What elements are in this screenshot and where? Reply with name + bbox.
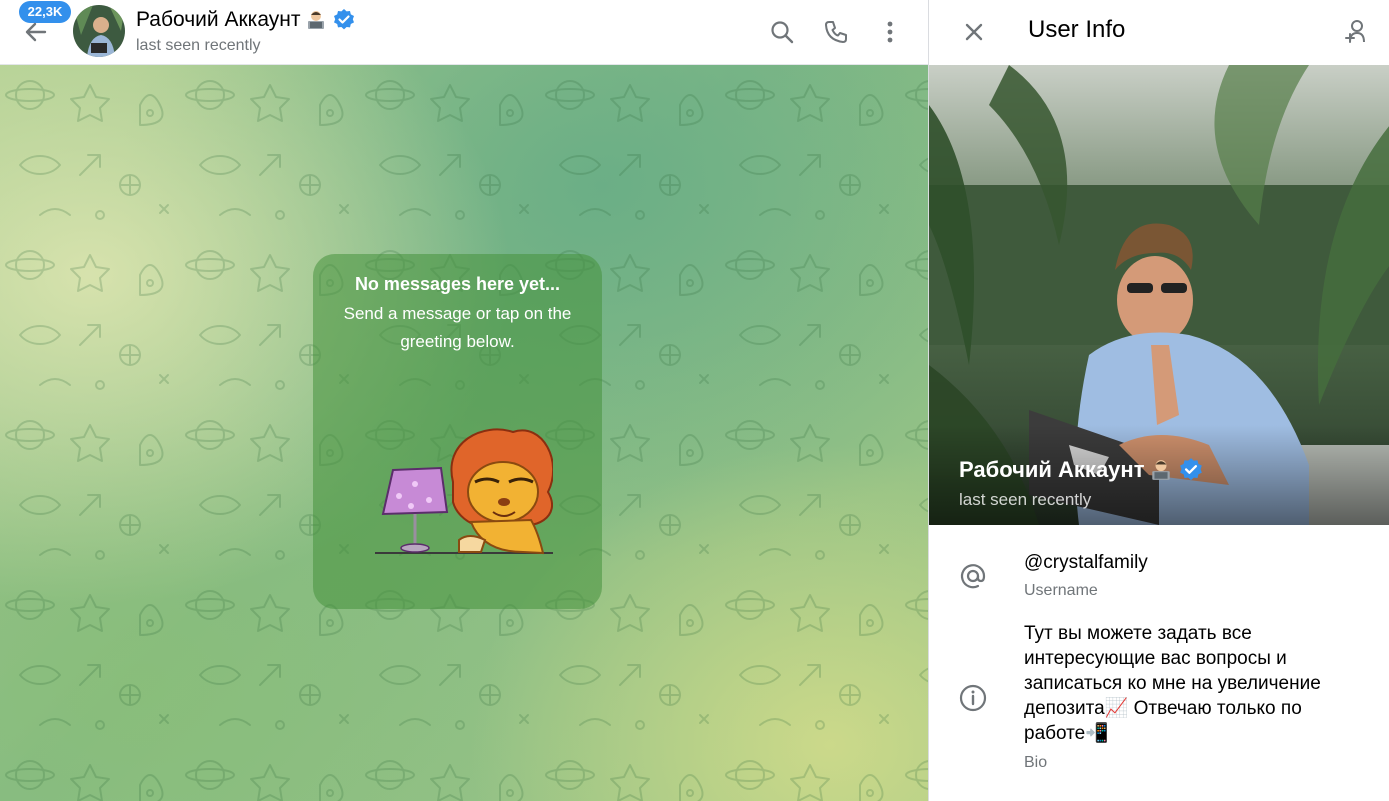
- bio-line: Тут вы можете задать все: [1024, 623, 1252, 644]
- verified-badge-icon: [1180, 458, 1203, 481]
- add-contact-button[interactable]: [1334, 10, 1378, 54]
- unread-count-badge: 22,3K: [19, 1, 71, 23]
- info-icon-wrap: [955, 680, 991, 716]
- header-actions: [760, 10, 912, 54]
- panel-title: User Info: [1028, 16, 1126, 43]
- bio-text: Тут вы можете задать все интересующие ва…: [1024, 621, 1362, 746]
- profile-photo[interactable]: Рабочий Аккаунт last seen recently: [929, 65, 1389, 525]
- add-user-icon: [1345, 20, 1365, 43]
- user-info-panel: User Info Рабочий Аккаунт last seen rece…: [928, 0, 1389, 801]
- technologist-emoji-icon: [1152, 460, 1171, 480]
- empty-chat-text: Send a message or tap on the greeting be…: [343, 304, 572, 351]
- chat-title: Рабочий Аккаунт: [136, 8, 301, 31]
- chat-column: No messages here yet... Send a message o…: [0, 0, 928, 801]
- at-icon: [960, 564, 986, 589]
- search-icon: [771, 21, 794, 44]
- more-button[interactable]: [868, 10, 912, 54]
- chat-status: last seen recently: [136, 37, 261, 54]
- bio-line: интересующие вас вопросы и: [1024, 648, 1287, 669]
- bio-row[interactable]: Тут вы можете задать все интересующие ва…: [929, 618, 1389, 788]
- search-button[interactable]: [760, 10, 804, 54]
- profile-status: last seen recently: [959, 490, 1092, 509]
- call-button[interactable]: [814, 10, 858, 54]
- close-button[interactable]: [950, 8, 998, 56]
- chat-info[interactable]: Рабочий Аккаунт last seen recently: [136, 6, 356, 57]
- greeting-sticker[interactable]: [363, 422, 553, 564]
- bio-line: депозита📈 Отвечаю только по: [1024, 698, 1302, 719]
- username-label: Username: [1024, 582, 1098, 599]
- verified-badge-icon: [334, 9, 355, 30]
- avatar[interactable]: [73, 5, 125, 57]
- avatar-image: [73, 5, 125, 57]
- username-row[interactable]: @crystalfamily Username: [929, 540, 1389, 612]
- profile-name: Рабочий Аккаунт: [959, 457, 1145, 482]
- chat-header: 22,3K Рабочий Аккаунт last seen recently: [0, 0, 928, 65]
- empty-chat-card: No messages here yet... Send a message o…: [313, 254, 602, 609]
- empty-chat-title: No messages here yet...: [354, 274, 561, 294]
- bio-line: записаться ко мне на увеличение: [1024, 673, 1321, 694]
- username-value: @crystalfamily: [1024, 552, 1148, 573]
- chat-background: No messages here yet... Send a message o…: [0, 65, 928, 801]
- more-vertical-icon: [887, 21, 893, 43]
- panel-header: User Info: [929, 0, 1389, 65]
- bio-label: Bio: [1024, 754, 1048, 771]
- profile-name-row: Рабочий Аккаунт: [959, 455, 1204, 485]
- technologist-emoji-icon: [308, 11, 325, 29]
- info-icon: [959, 684, 987, 712]
- close-icon: [965, 23, 983, 41]
- bio-line: работе📲: [1024, 723, 1109, 744]
- at-icon-wrap: [955, 558, 991, 594]
- phone-icon: [825, 21, 847, 43]
